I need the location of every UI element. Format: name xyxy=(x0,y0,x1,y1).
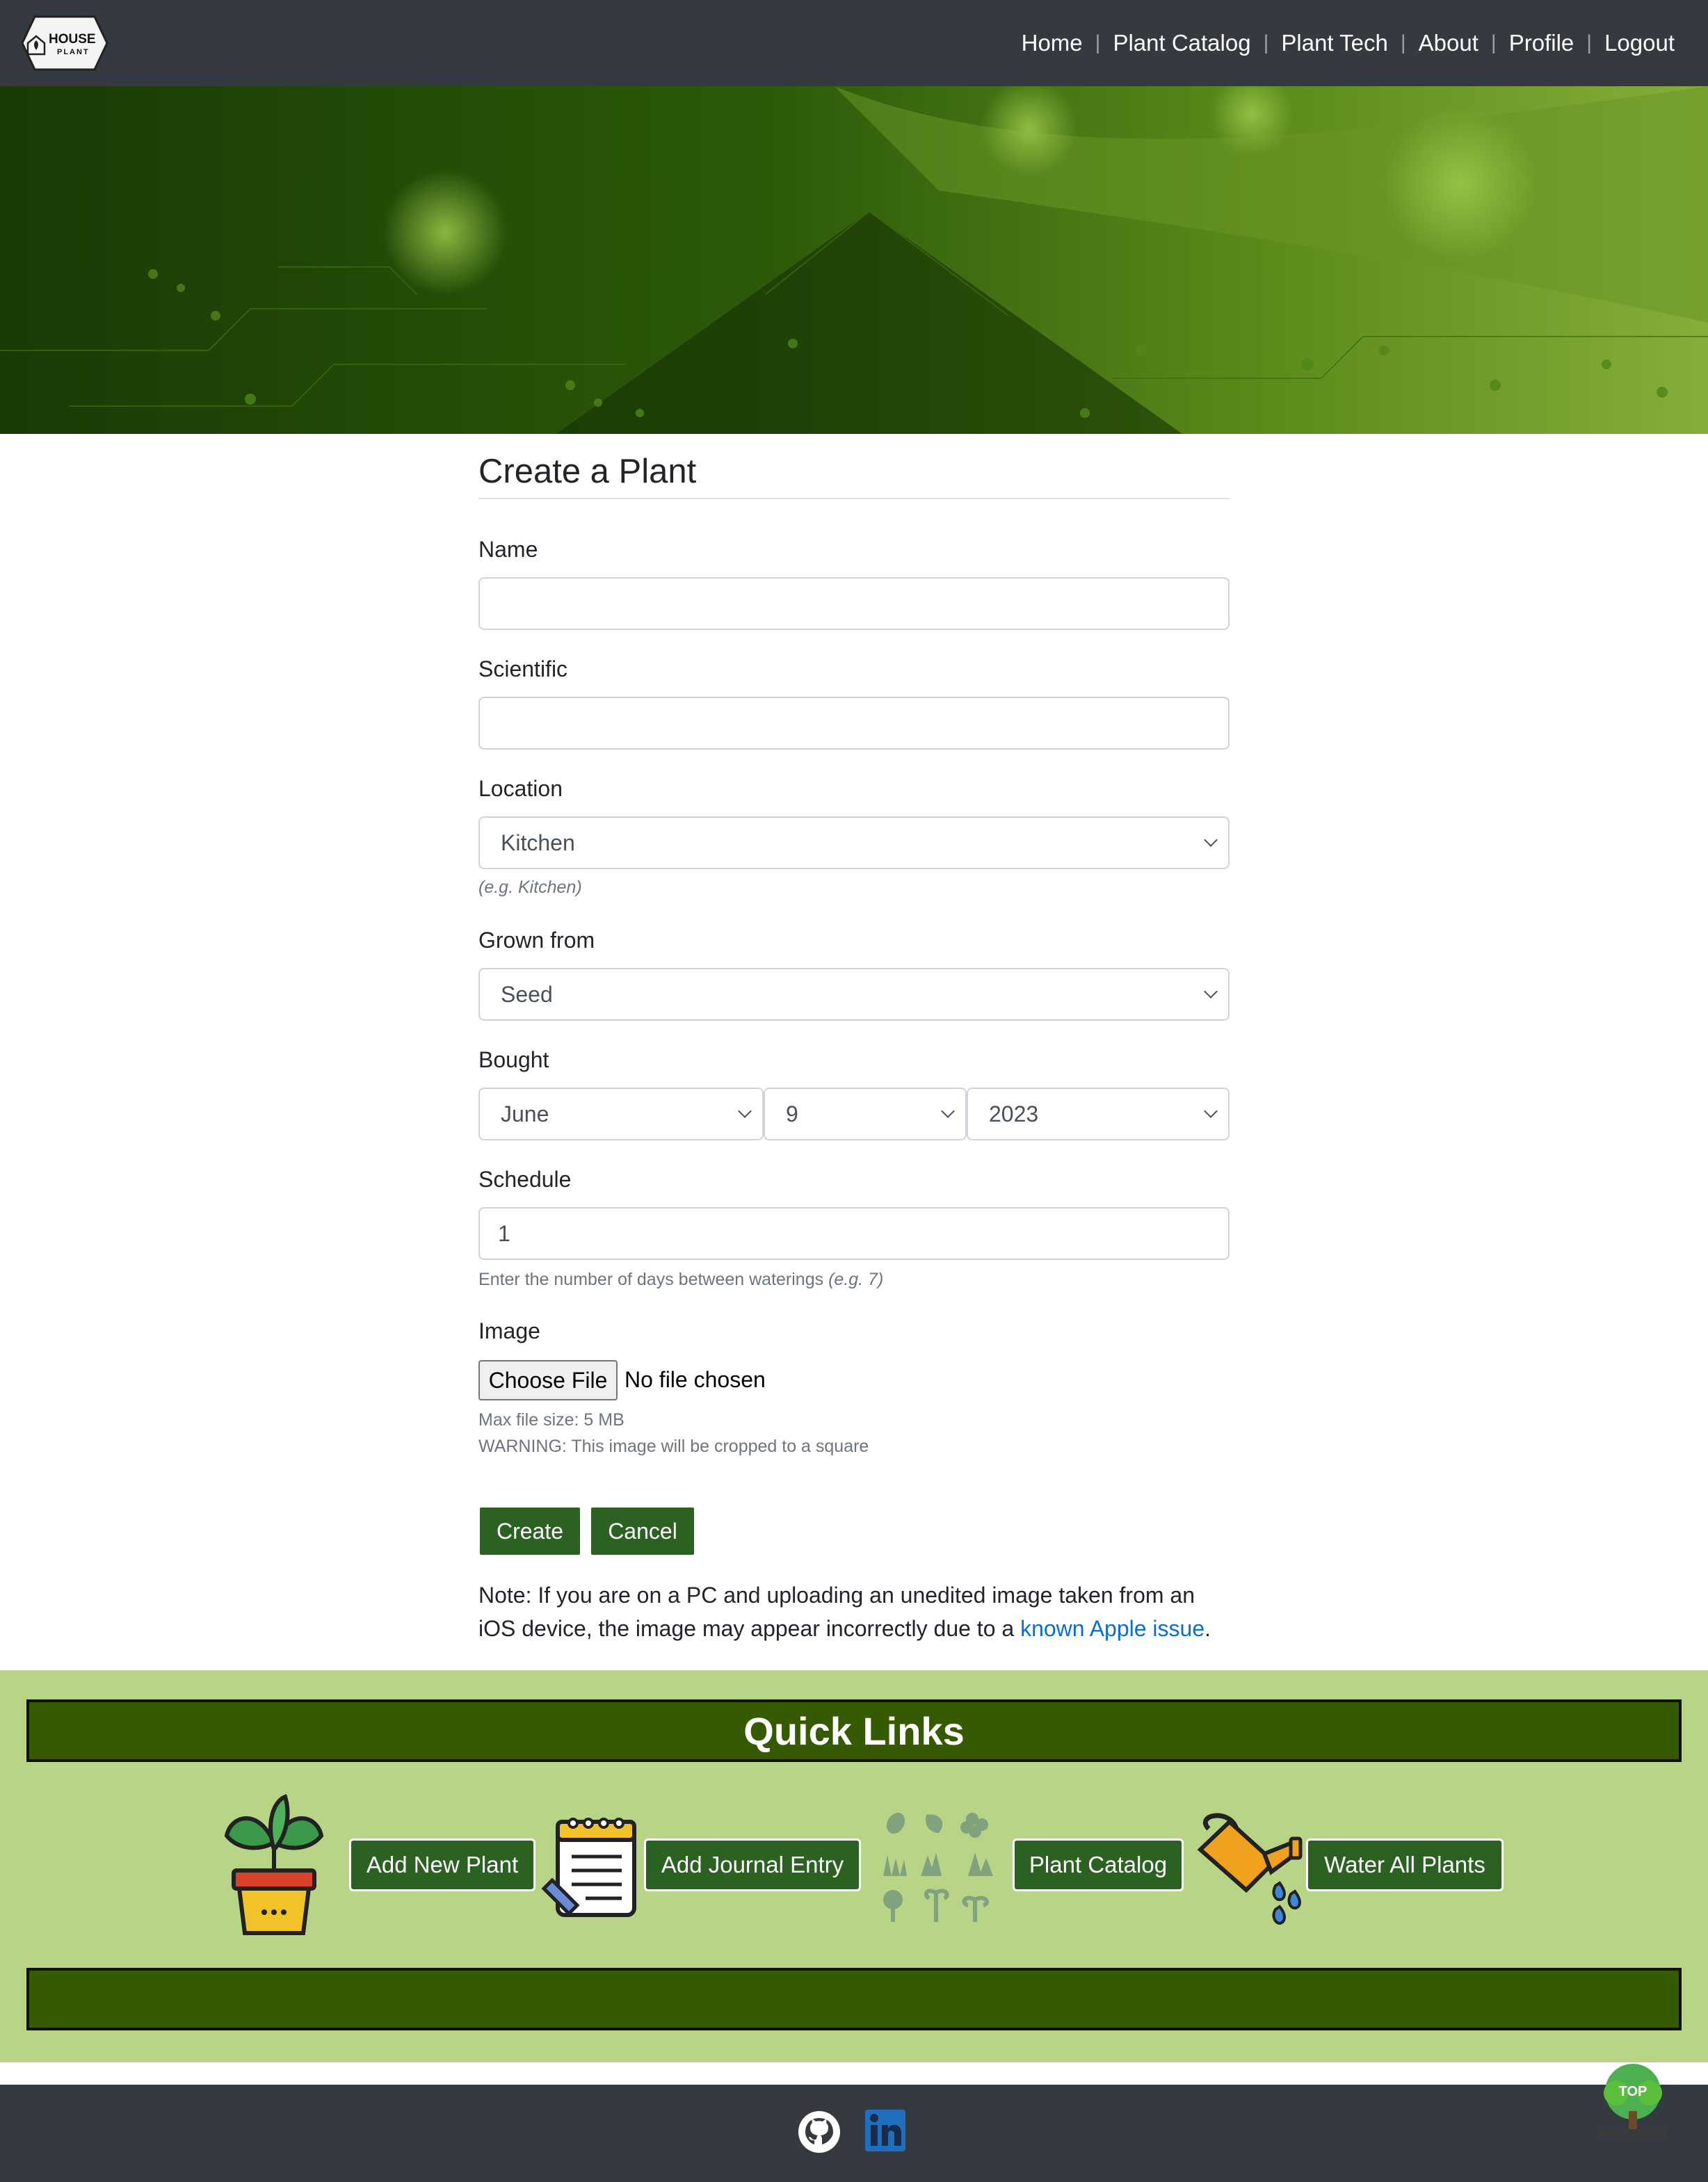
location-select[interactable]: Kitchen xyxy=(478,816,1230,869)
bought-month-select[interactable]: June xyxy=(478,1088,764,1140)
schedule-input[interactable]: 1 xyxy=(478,1207,1230,1260)
footer xyxy=(0,2085,1708,2182)
plant-catalog-button[interactable]: Plant Catalog xyxy=(1013,1838,1184,1891)
max-file-size-hint: Max file size: 5 MB xyxy=(478,1410,625,1430)
bought-year-select[interactable]: 2023 xyxy=(967,1088,1230,1140)
name-input[interactable] xyxy=(478,577,1230,630)
chevron-down-icon xyxy=(941,1104,955,1118)
nav-logout[interactable]: Logout xyxy=(1604,30,1675,56)
nav-home[interactable]: Home xyxy=(1022,30,1083,56)
location-selected-value: Kitchen xyxy=(501,830,575,855)
chevron-down-icon xyxy=(1204,985,1218,999)
nav-profile[interactable]: Profile xyxy=(1509,30,1574,56)
bought-label: Bought xyxy=(478,1047,549,1072)
bought-day-value: 9 xyxy=(786,1101,798,1126)
nav-separator: | xyxy=(1490,31,1497,54)
chevron-down-icon xyxy=(1204,1104,1218,1118)
hero-banner xyxy=(0,86,1708,434)
bought-day-select[interactable]: 9 xyxy=(764,1088,967,1140)
name-label: Name xyxy=(478,537,538,562)
quick-links-section: Quick Links Add New Plant Add Journal En… xyxy=(0,1670,1708,2062)
back-to-top-button[interactable]: TOP xyxy=(1597,2062,1669,2140)
location-hint: (e.g. Kitchen) xyxy=(478,878,582,897)
nav-plant-tech[interactable]: Plant Tech xyxy=(1281,30,1388,56)
github-icon[interactable] xyxy=(797,2110,841,2154)
bought-month-value: June xyxy=(501,1101,549,1126)
ios-image-note: Note: If you are on a PC and uploading a… xyxy=(478,1583,1211,1641)
potted-plant-icon xyxy=(224,1794,324,1935)
quick-links-footer-bar xyxy=(26,1968,1682,2030)
navbar: HOUSE PLANT Home | Plant Catalog | Plant… xyxy=(0,0,1708,86)
linkedin-icon[interactable] xyxy=(865,2110,905,2151)
title-divider xyxy=(478,498,1230,499)
nav-about[interactable]: About xyxy=(1419,30,1479,56)
nav-separator: | xyxy=(1095,31,1101,54)
chevron-down-icon xyxy=(738,1104,752,1118)
nav-separator: | xyxy=(1400,31,1406,54)
hero-circuit-leaf-image xyxy=(0,86,1708,434)
svg-text:HOUSE: HOUSE xyxy=(49,32,96,47)
schedule-hint: Enter the number of days between waterin… xyxy=(478,1270,884,1289)
grown-from-label: Grown from xyxy=(478,928,595,953)
add-new-plant-button[interactable]: Add New Plant xyxy=(349,1838,535,1891)
page-title: Create a Plant xyxy=(478,453,697,490)
watering-can-icon xyxy=(1197,1813,1303,1925)
grown-from-select[interactable]: Seed xyxy=(478,968,1230,1021)
choose-file-button[interactable]: Choose File xyxy=(478,1360,618,1400)
create-button[interactable]: Create xyxy=(478,1506,581,1556)
plant-types-icon xyxy=(883,1812,993,1922)
nav-plant-catalog[interactable]: Plant Catalog xyxy=(1113,30,1250,56)
scientific-input[interactable] xyxy=(478,697,1230,750)
bought-year-value: 2023 xyxy=(989,1101,1039,1126)
nav-links: Home | Plant Catalog | Plant Tech | Abou… xyxy=(1022,0,1675,86)
nav-separator: | xyxy=(1586,31,1593,54)
house-plant-logo[interactable]: HOUSE PLANT xyxy=(21,14,108,72)
svg-text:PLANT: PLANT xyxy=(57,48,90,56)
grown-from-selected-value: Seed xyxy=(501,981,553,1007)
top-label: TOP xyxy=(1619,2084,1647,2099)
known-apple-issue-link[interactable]: known Apple issue xyxy=(1020,1616,1205,1641)
scientific-label: Scientific xyxy=(478,656,568,681)
location-label: Location xyxy=(478,776,563,801)
schedule-label: Schedule xyxy=(478,1167,572,1192)
crop-warning: WARNING: This image will be cropped to a… xyxy=(478,1437,869,1456)
chevron-down-icon xyxy=(1204,833,1218,847)
nav-separator: | xyxy=(1263,31,1269,54)
quick-links-title: Quick Links xyxy=(743,1708,965,1753)
quick-links-header: Quick Links xyxy=(26,1699,1682,1762)
image-label: Image xyxy=(478,1318,540,1343)
notepad-pencil-icon xyxy=(541,1818,636,1917)
file-status: No file chosen xyxy=(625,1367,766,1392)
water-all-plants-button[interactable]: Water All Plants xyxy=(1306,1838,1504,1891)
cancel-button[interactable]: Cancel xyxy=(590,1506,695,1556)
add-journal-entry-button[interactable]: Add Journal Entry xyxy=(644,1838,861,1891)
